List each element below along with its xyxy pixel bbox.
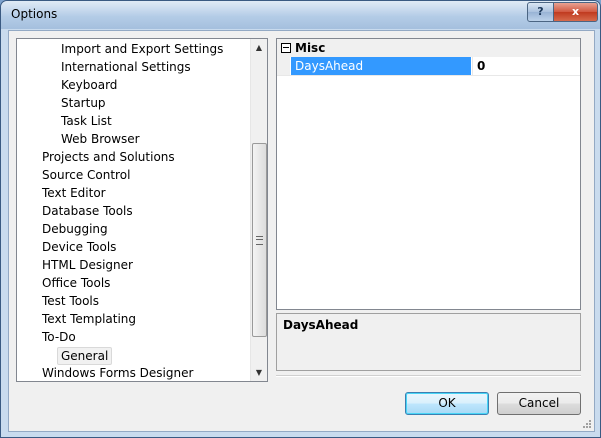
tree-item[interactable]: Test Tools: [42, 292, 99, 310]
row-gutter: [277, 57, 290, 75]
window-title: Options: [11, 7, 58, 21]
tree-item[interactable]: Debugging: [42, 220, 108, 238]
tree-item[interactable]: Startup: [61, 94, 106, 112]
ok-button[interactable]: OK: [405, 392, 489, 415]
description-title: DaysAhead: [283, 318, 359, 332]
tree-item[interactable]: Keyboard: [61, 76, 117, 94]
tree-item[interactable]: Task List: [61, 112, 112, 130]
scrollbar-thumb[interactable]: [252, 143, 267, 337]
tree-item[interactable]: International Settings: [61, 58, 191, 76]
tree-item[interactable]: Web Browser: [61, 130, 140, 148]
tree-item[interactable]: General: [57, 347, 113, 365]
collapse-icon[interactable]: [281, 43, 291, 53]
grip-icon: [256, 236, 263, 245]
tree-item[interactable]: To-Do: [42, 328, 76, 346]
category-row-misc[interactable]: Misc: [277, 39, 580, 57]
title-bar[interactable]: Options ? x: [1, 1, 600, 29]
divider: [276, 375, 581, 377]
tree-item[interactable]: HTML Designer: [42, 256, 133, 274]
cancel-button[interactable]: Cancel: [497, 392, 581, 415]
scroll-up-arrow-icon[interactable]: ▲: [251, 39, 267, 56]
tree-item[interactable]: Import and Export Settings: [61, 40, 223, 58]
tree-item[interactable]: Text Editor: [42, 184, 106, 202]
question-mark-icon: ?: [537, 5, 544, 18]
property-row-daysahead[interactable]: DaysAhead 0: [277, 57, 580, 76]
dialog-client-area: Import and Export Settings International …: [8, 30, 595, 432]
tree-item[interactable]: Windows Forms Designer: [42, 364, 193, 381]
tree-item[interactable]: Device Tools: [42, 238, 116, 256]
category-label: Misc: [295, 41, 326, 55]
resize-grip-icon[interactable]: [580, 417, 592, 429]
property-value-field[interactable]: 0: [472, 57, 485, 75]
tree-item[interactable]: Source Control: [42, 166, 130, 184]
tree-item[interactable]: Office Tools: [42, 274, 110, 292]
tree-scrollbar[interactable]: ▲ ▼: [250, 39, 267, 381]
close-icon: x: [571, 5, 580, 18]
help-button[interactable]: ?: [527, 2, 554, 22]
tree-item[interactable]: Projects and Solutions: [42, 148, 175, 166]
property-description-pane: DaysAhead: [276, 313, 581, 371]
property-grid[interactable]: Misc DaysAhead 0: [276, 38, 581, 310]
scroll-down-arrow-icon[interactable]: ▼: [251, 364, 267, 381]
options-tree[interactable]: Import and Export Settings International …: [16, 38, 268, 382]
close-button[interactable]: x: [553, 2, 598, 22]
property-name[interactable]: DaysAhead: [291, 57, 471, 75]
tree-item[interactable]: Database Tools: [42, 202, 133, 220]
tree-item[interactable]: Text Templating: [42, 310, 136, 328]
options-dialog: Options ? x Import and Export Settings In…: [0, 0, 601, 438]
